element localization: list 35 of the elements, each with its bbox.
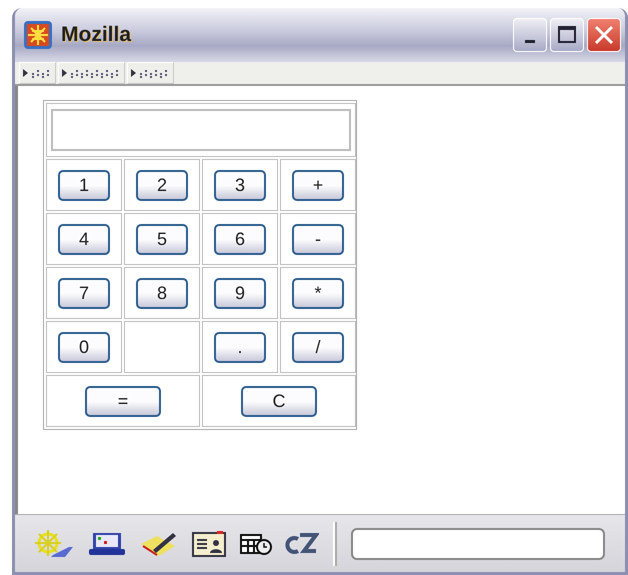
calculator-key[interactable]: + xyxy=(292,170,344,200)
calculator-key[interactable]: = xyxy=(85,386,161,416)
maximize-button[interactable] xyxy=(550,18,584,52)
calculator-key[interactable]: 0 xyxy=(58,332,110,362)
calculator-key[interactable]: 5 xyxy=(136,224,188,254)
contact-card-icon[interactable] xyxy=(191,530,227,558)
display-field[interactable] xyxy=(51,109,351,151)
calculator-key[interactable]: 4 xyxy=(58,224,110,254)
calculator-key[interactable]: / xyxy=(292,332,344,362)
calculator-key[interactable]: 3 xyxy=(214,170,266,200)
toolbar-grippy[interactable] xyxy=(58,62,125,84)
calculator-key[interactable]: . xyxy=(214,332,266,362)
calculator-key[interactable]: 9 xyxy=(214,278,266,308)
calculator-key[interactable]: 8 xyxy=(136,278,188,308)
calculator-key[interactable]: * xyxy=(292,278,344,308)
window-title: Mozilla xyxy=(61,22,132,48)
toolbar-grippy[interactable] xyxy=(19,62,56,84)
minimize-icon xyxy=(525,40,535,42)
calculator-key[interactable]: 1 xyxy=(58,170,110,200)
calculator-key[interactable]: C xyxy=(241,386,317,416)
calculator-key[interactable]: 7 xyxy=(58,278,110,308)
app-icon xyxy=(23,20,53,50)
grippy-icon xyxy=(131,68,169,78)
grippy-icon xyxy=(62,68,120,78)
cz-logo-icon[interactable] xyxy=(285,530,319,556)
computer-icon[interactable] xyxy=(87,530,127,556)
calculator-key[interactable]: 2 xyxy=(136,170,188,200)
grippy-icon xyxy=(23,68,51,78)
maximize-icon xyxy=(557,25,577,45)
close-button[interactable] xyxy=(587,18,621,52)
toolbar-grippy[interactable] xyxy=(127,62,174,84)
calculator-key[interactable]: 6 xyxy=(214,224,266,254)
minimize-button[interactable] xyxy=(513,18,547,52)
calculator-key[interactable]: - xyxy=(292,224,344,254)
close-icon xyxy=(593,24,615,46)
